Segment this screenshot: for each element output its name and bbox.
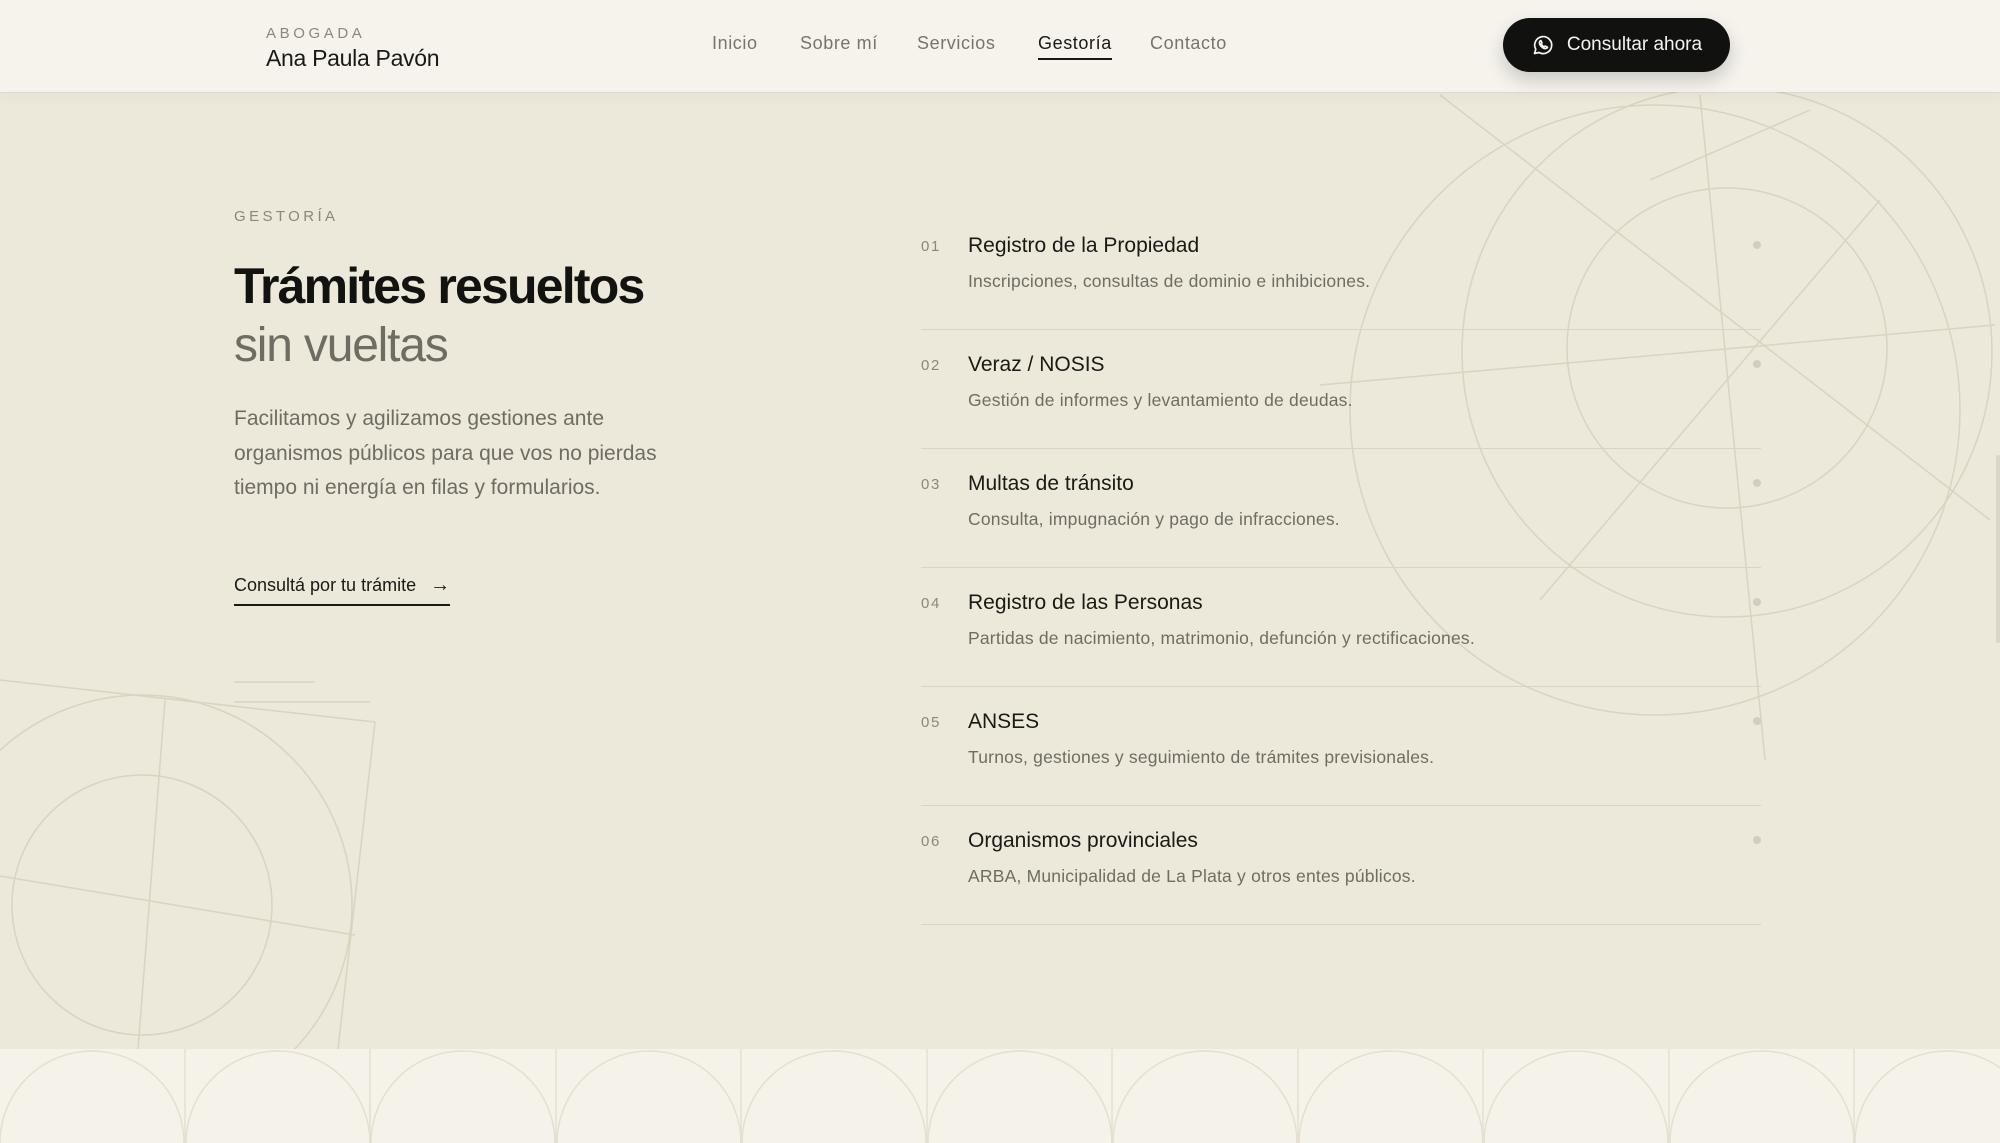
nav-link-inicio[interactable]: Inicio	[712, 33, 758, 54]
brand-logo[interactable]: ABOGADA Ana Paula Pavón	[266, 25, 440, 72]
service-item[interactable]: 04 Registro de las Personas Partidas de …	[921, 568, 1761, 687]
page-scrollbar[interactable]	[1996, 455, 2000, 643]
service-item[interactable]: 05 ANSES Turnos, gestiones y seguimiento…	[921, 687, 1761, 806]
service-number: 03	[921, 476, 941, 493]
section-eyebrow: GESTORÍA	[234, 208, 339, 225]
section-subtitle: sin vueltas	[234, 319, 449, 372]
section-title: Trámites resueltos	[234, 258, 645, 314]
service-title: Multas de tránsito	[968, 472, 1134, 495]
dot-indicator-icon	[1753, 836, 1761, 844]
service-number: 06	[921, 833, 941, 850]
consulta-tramite-link[interactable]: Consultá por tu trámite →	[234, 572, 451, 606]
bottom-pattern-band	[0, 1049, 2000, 1143]
service-item[interactable]: 01 Registro de la Propiedad Inscripcione…	[921, 211, 1761, 330]
service-description: Inscripciones, consultas de dominio e in…	[968, 271, 1371, 291]
service-description: Gestión de informes y levantamiento de d…	[968, 390, 1353, 410]
service-number: 02	[921, 357, 941, 374]
service-title: Veraz / NOSIS	[968, 353, 1105, 376]
consulta-tramite-label: Consultá por tu trámite	[234, 574, 417, 595]
service-title: Registro de las Personas	[968, 591, 1203, 614]
nav-link-servicios[interactable]: Servicios	[917, 33, 995, 54]
arch-pattern	[0, 1049, 2000, 1143]
service-title: Organismos provinciales	[968, 829, 1198, 852]
service-description: Partidas de nacimiento, matrimonio, defu…	[968, 628, 1475, 648]
dot-indicator-icon	[1753, 598, 1761, 606]
service-description: Turnos, gestiones y seguimiento de trámi…	[968, 747, 1435, 767]
dot-indicator-icon	[1753, 717, 1761, 725]
brand-name: Ana Paula Pavón	[266, 45, 440, 71]
nav-link-gestoria[interactable]: Gestoría	[1038, 33, 1112, 60]
service-description: Consulta, impugnación y pago de infracci…	[968, 509, 1340, 529]
service-item[interactable]: 03 Multas de tránsito Consulta, impugnac…	[921, 449, 1761, 568]
service-item[interactable]: 02 Veraz / NOSIS Gestión de informes y l…	[921, 330, 1761, 449]
service-item[interactable]: 06 Organismos provinciales ARBA, Municip…	[921, 806, 1761, 925]
service-title: ANSES	[968, 710, 1040, 733]
consultar-ahora-label: Consultar ahora	[1566, 34, 1703, 55]
arrow-right-icon: →	[430, 574, 451, 596]
services-list: 01 Registro de la Propiedad Inscripcione…	[921, 211, 1761, 925]
consultar-ahora-button[interactable]: Consultar ahora	[1503, 18, 1730, 72]
dot-indicator-icon	[1753, 241, 1761, 249]
site-header: ABOGADA Ana Paula Pavón Inicio Sobre mí …	[0, 0, 2000, 92]
service-number: 05	[921, 714, 941, 731]
dot-indicator-icon	[1753, 360, 1761, 368]
nav-link-sobre-mi[interactable]: Sobre mí	[800, 33, 878, 54]
service-number: 01	[921, 238, 941, 255]
dot-indicator-icon	[1753, 479, 1761, 487]
section-description: Facilitamos y agilizamos gestiones ante …	[234, 407, 657, 499]
nav-link-contacto[interactable]: Contacto	[1150, 33, 1227, 54]
whatsapp-icon	[1533, 35, 1553, 55]
brand-eyebrow: ABOGADA	[266, 25, 366, 42]
service-title: Registro de la Propiedad	[968, 234, 1200, 257]
service-description: ARBA, Municipalidad de La Plata y otros …	[968, 866, 1416, 886]
service-number: 04	[921, 595, 941, 612]
